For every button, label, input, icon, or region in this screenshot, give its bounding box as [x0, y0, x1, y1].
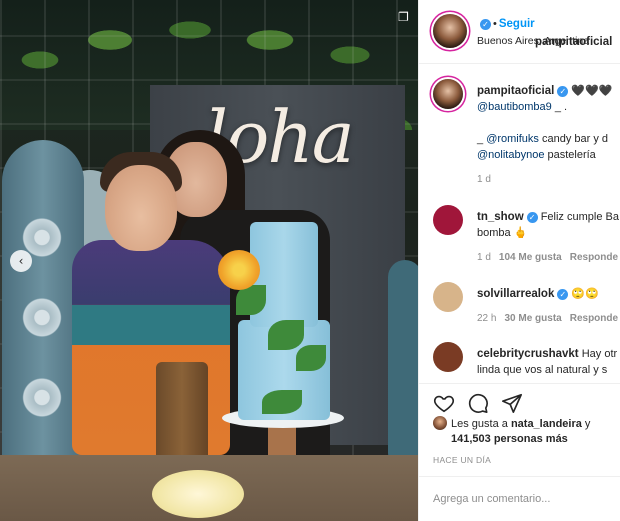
post-timestamp[interactable]: HACE UN DÍA: [433, 455, 491, 465]
hibiscus-print: [12, 370, 72, 425]
comment-likes[interactable]: 30 Me gusta: [504, 313, 561, 324]
add-comment-bar: [419, 476, 620, 521]
commenter-username[interactable]: solvillarrealok: [477, 288, 554, 300]
follow-button[interactable]: Seguir: [499, 18, 535, 30]
comment-line: solvillarrealok ✓ 🙄🙄: [477, 286, 620, 302]
comment-time: 1 d: [477, 252, 491, 263]
caption-line-1: pampitaoficial ✓ 🖤🖤🖤: [477, 83, 620, 99]
post-side-panel: pampitaoficial ✓ • Seguir Buenos Aires, Arg…: [418, 0, 620, 521]
caption-time: 1 d: [477, 174, 491, 185]
commenter-username[interactable]: celebritycrushavkt: [477, 348, 579, 360]
caption-meta: 1 d: [477, 173, 620, 187]
liker-avatar: [433, 416, 447, 430]
comment-line: tn_show ✓ Feliz cumple Ba: [477, 209, 620, 225]
likes-summary: Les gusta a nata_landeira y 141,503 pers…: [433, 416, 590, 447]
jacket-stripe: [72, 305, 230, 345]
comment-text: Feliz cumple Ba: [540, 211, 619, 223]
comment-body: celebritycrushavkt Hay otr linda que vos…: [477, 346, 620, 378]
liker-username[interactable]: nata_landeira: [511, 418, 582, 430]
party-plate: [152, 470, 244, 518]
comment-input[interactable]: [433, 489, 615, 509]
separator-dot: •: [493, 18, 497, 30]
commenter-avatar[interactable]: [433, 282, 463, 312]
caption-mention[interactable]: @romifuks: [486, 133, 539, 145]
comment-text: Hay otr: [581, 348, 618, 360]
header-line: pampitaoficial ✓ • Seguir: [477, 18, 612, 48]
likes-prefix: Les gusta a: [451, 418, 511, 430]
comment-text: 🙄🙄: [571, 288, 599, 300]
caption-text: pastelería: [544, 149, 596, 161]
verified-badge-icon: ✓: [480, 19, 491, 30]
caption-line-3: _ @romifuks candy bar y d: [477, 131, 620, 147]
comment-time: 22 h: [477, 313, 497, 324]
caption-text: candy bar y d: [538, 133, 609, 145]
caption-mention[interactable]: @bautibomba9: [477, 101, 552, 113]
comment-line: celebritycrushavkt Hay otr: [477, 346, 620, 362]
comments-list[interactable]: pampitaoficial ✓ 🖤🖤🖤 @bautibomba9 _ . _ @…: [419, 65, 620, 383]
collage-icon: ❐: [398, 10, 409, 24]
author-avatar[interactable]: [433, 14, 467, 48]
caption-text: _ .: [551, 101, 568, 113]
likes-conj: y: [581, 418, 591, 430]
comment-body: tn_show ✓ Feliz cumple Ba bomba 🖕 1 d 104 …: [477, 209, 620, 265]
hibiscus-print: [12, 290, 72, 345]
comment-icon[interactable]: [467, 392, 489, 414]
heart-icon[interactable]: [433, 392, 455, 414]
caption-line-2: @bautibomba9 _ .: [477, 99, 620, 115]
reply-button[interactable]: Responde: [570, 252, 618, 263]
commenter-avatar[interactable]: [433, 205, 463, 235]
verified-badge-icon: ✓: [557, 86, 569, 97]
post-photo[interactable]: loha ‹ ❐: [0, 0, 418, 521]
verified-badge-icon: ✓: [526, 212, 538, 223]
cake-leaf: [268, 320, 304, 350]
caption-hearts: 🖤🖤🖤: [571, 85, 613, 97]
surfboard-right: [388, 260, 418, 470]
caption-text: _: [477, 133, 487, 145]
comment-meta: 1 d 104 Me gusta Responde: [477, 251, 620, 265]
author-avatar[interactable]: [433, 79, 463, 109]
boy-face: [105, 165, 177, 251]
commenter-avatar[interactable]: [433, 342, 463, 372]
location-link[interactable]: Buenos Aires, Argentina: [477, 35, 589, 47]
commenter-username[interactable]: tn_show: [477, 211, 524, 223]
cake-leaf: [296, 345, 326, 371]
caption-body: pampitaoficial ✓ 🖤🖤🖤 @bautibomba9 _ . _ @…: [477, 83, 620, 187]
share-icon[interactable]: [501, 392, 523, 414]
caption-line-4: @nolitabynoe pastelería: [477, 147, 620, 163]
verified-badge-icon: ✓: [557, 289, 569, 300]
carousel-prev-button[interactable]: ‹: [10, 250, 32, 272]
comment-likes[interactable]: 104 Me gusta: [499, 252, 562, 263]
comment-body: solvillarrealok ✓ 🙄🙄 22 h 30 Me gusta Respo…: [477, 286, 620, 326]
comment-text: bomba 🖕: [477, 227, 528, 239]
post-header: pampitaoficial ✓ • Seguir Buenos Aires, Arg…: [419, 0, 620, 64]
cake-leaf: [262, 390, 302, 414]
caption-mention[interactable]: @nolitabynoe: [477, 149, 544, 161]
comment-text: linda que vos al natural y s: [477, 364, 608, 376]
cake-hibiscus: [218, 250, 260, 290]
likes-count[interactable]: 141,503 personas más: [451, 433, 568, 445]
comment-meta: 22 h 30 Me gusta Responde: [477, 312, 620, 326]
caption-username[interactable]: pampitaoficial: [477, 85, 554, 97]
reply-button[interactable]: Responde: [570, 313, 618, 324]
